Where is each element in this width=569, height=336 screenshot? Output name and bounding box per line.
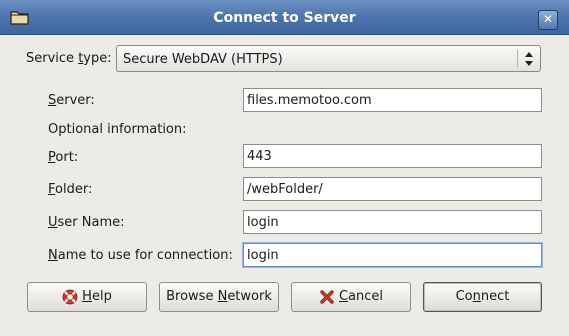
combo-separator bbox=[517, 50, 518, 67]
connect-button-label: Connect bbox=[455, 289, 510, 304]
updown-arrows-icon bbox=[525, 52, 533, 66]
help-button[interactable]: Help bbox=[27, 282, 147, 312]
cancel-x-icon bbox=[320, 290, 334, 304]
window-title: Connect to Server bbox=[213, 10, 356, 26]
browse-network-button[interactable]: Browse Network bbox=[159, 282, 279, 312]
user-name-label: User Name: bbox=[48, 215, 125, 230]
connection-name-value: login bbox=[247, 248, 279, 263]
server-field[interactable]: files.memotoo.com bbox=[243, 88, 542, 112]
service-type-select[interactable]: Secure WebDAV (HTTPS) bbox=[116, 45, 541, 72]
folder-label: Folder: bbox=[48, 182, 93, 197]
service-type-value: Secure WebDAV (HTTPS) bbox=[123, 52, 283, 67]
dialog-body: Service type: Secure WebDAV (HTTPS) Serv… bbox=[0, 35, 569, 336]
port-field[interactable]: 443 bbox=[243, 144, 542, 168]
folder-field[interactable]: /webFolder/ bbox=[243, 177, 542, 201]
connection-name-label: Name to use for connection: bbox=[48, 248, 233, 263]
port-label: Port: bbox=[48, 150, 79, 165]
help-lifebuoy-icon bbox=[62, 289, 78, 305]
optional-info-label: Optional information: bbox=[48, 122, 187, 137]
user-name-value: login bbox=[247, 215, 279, 230]
service-type-label: Service type: bbox=[26, 51, 112, 66]
connect-button[interactable]: Connect bbox=[423, 282, 542, 312]
cancel-button[interactable]: Cancel bbox=[291, 282, 411, 312]
connection-name-field[interactable]: login bbox=[243, 243, 542, 267]
server-value: files.memotoo.com bbox=[247, 93, 372, 108]
folder-value: /webFolder/ bbox=[247, 182, 323, 197]
help-button-label: Help bbox=[82, 289, 112, 304]
connect-to-server-dialog: Connect to Server ✕ Service type: Secure… bbox=[0, 0, 569, 336]
titlebar[interactable]: Connect to Server ✕ bbox=[0, 0, 569, 35]
close-button[interactable]: ✕ bbox=[538, 10, 558, 30]
server-label: Server: bbox=[48, 93, 95, 108]
cancel-button-label: Cancel bbox=[338, 289, 384, 304]
browse-network-label: Browse Network bbox=[166, 289, 272, 304]
user-name-field[interactable]: login bbox=[243, 210, 542, 234]
port-value: 443 bbox=[247, 149, 272, 164]
